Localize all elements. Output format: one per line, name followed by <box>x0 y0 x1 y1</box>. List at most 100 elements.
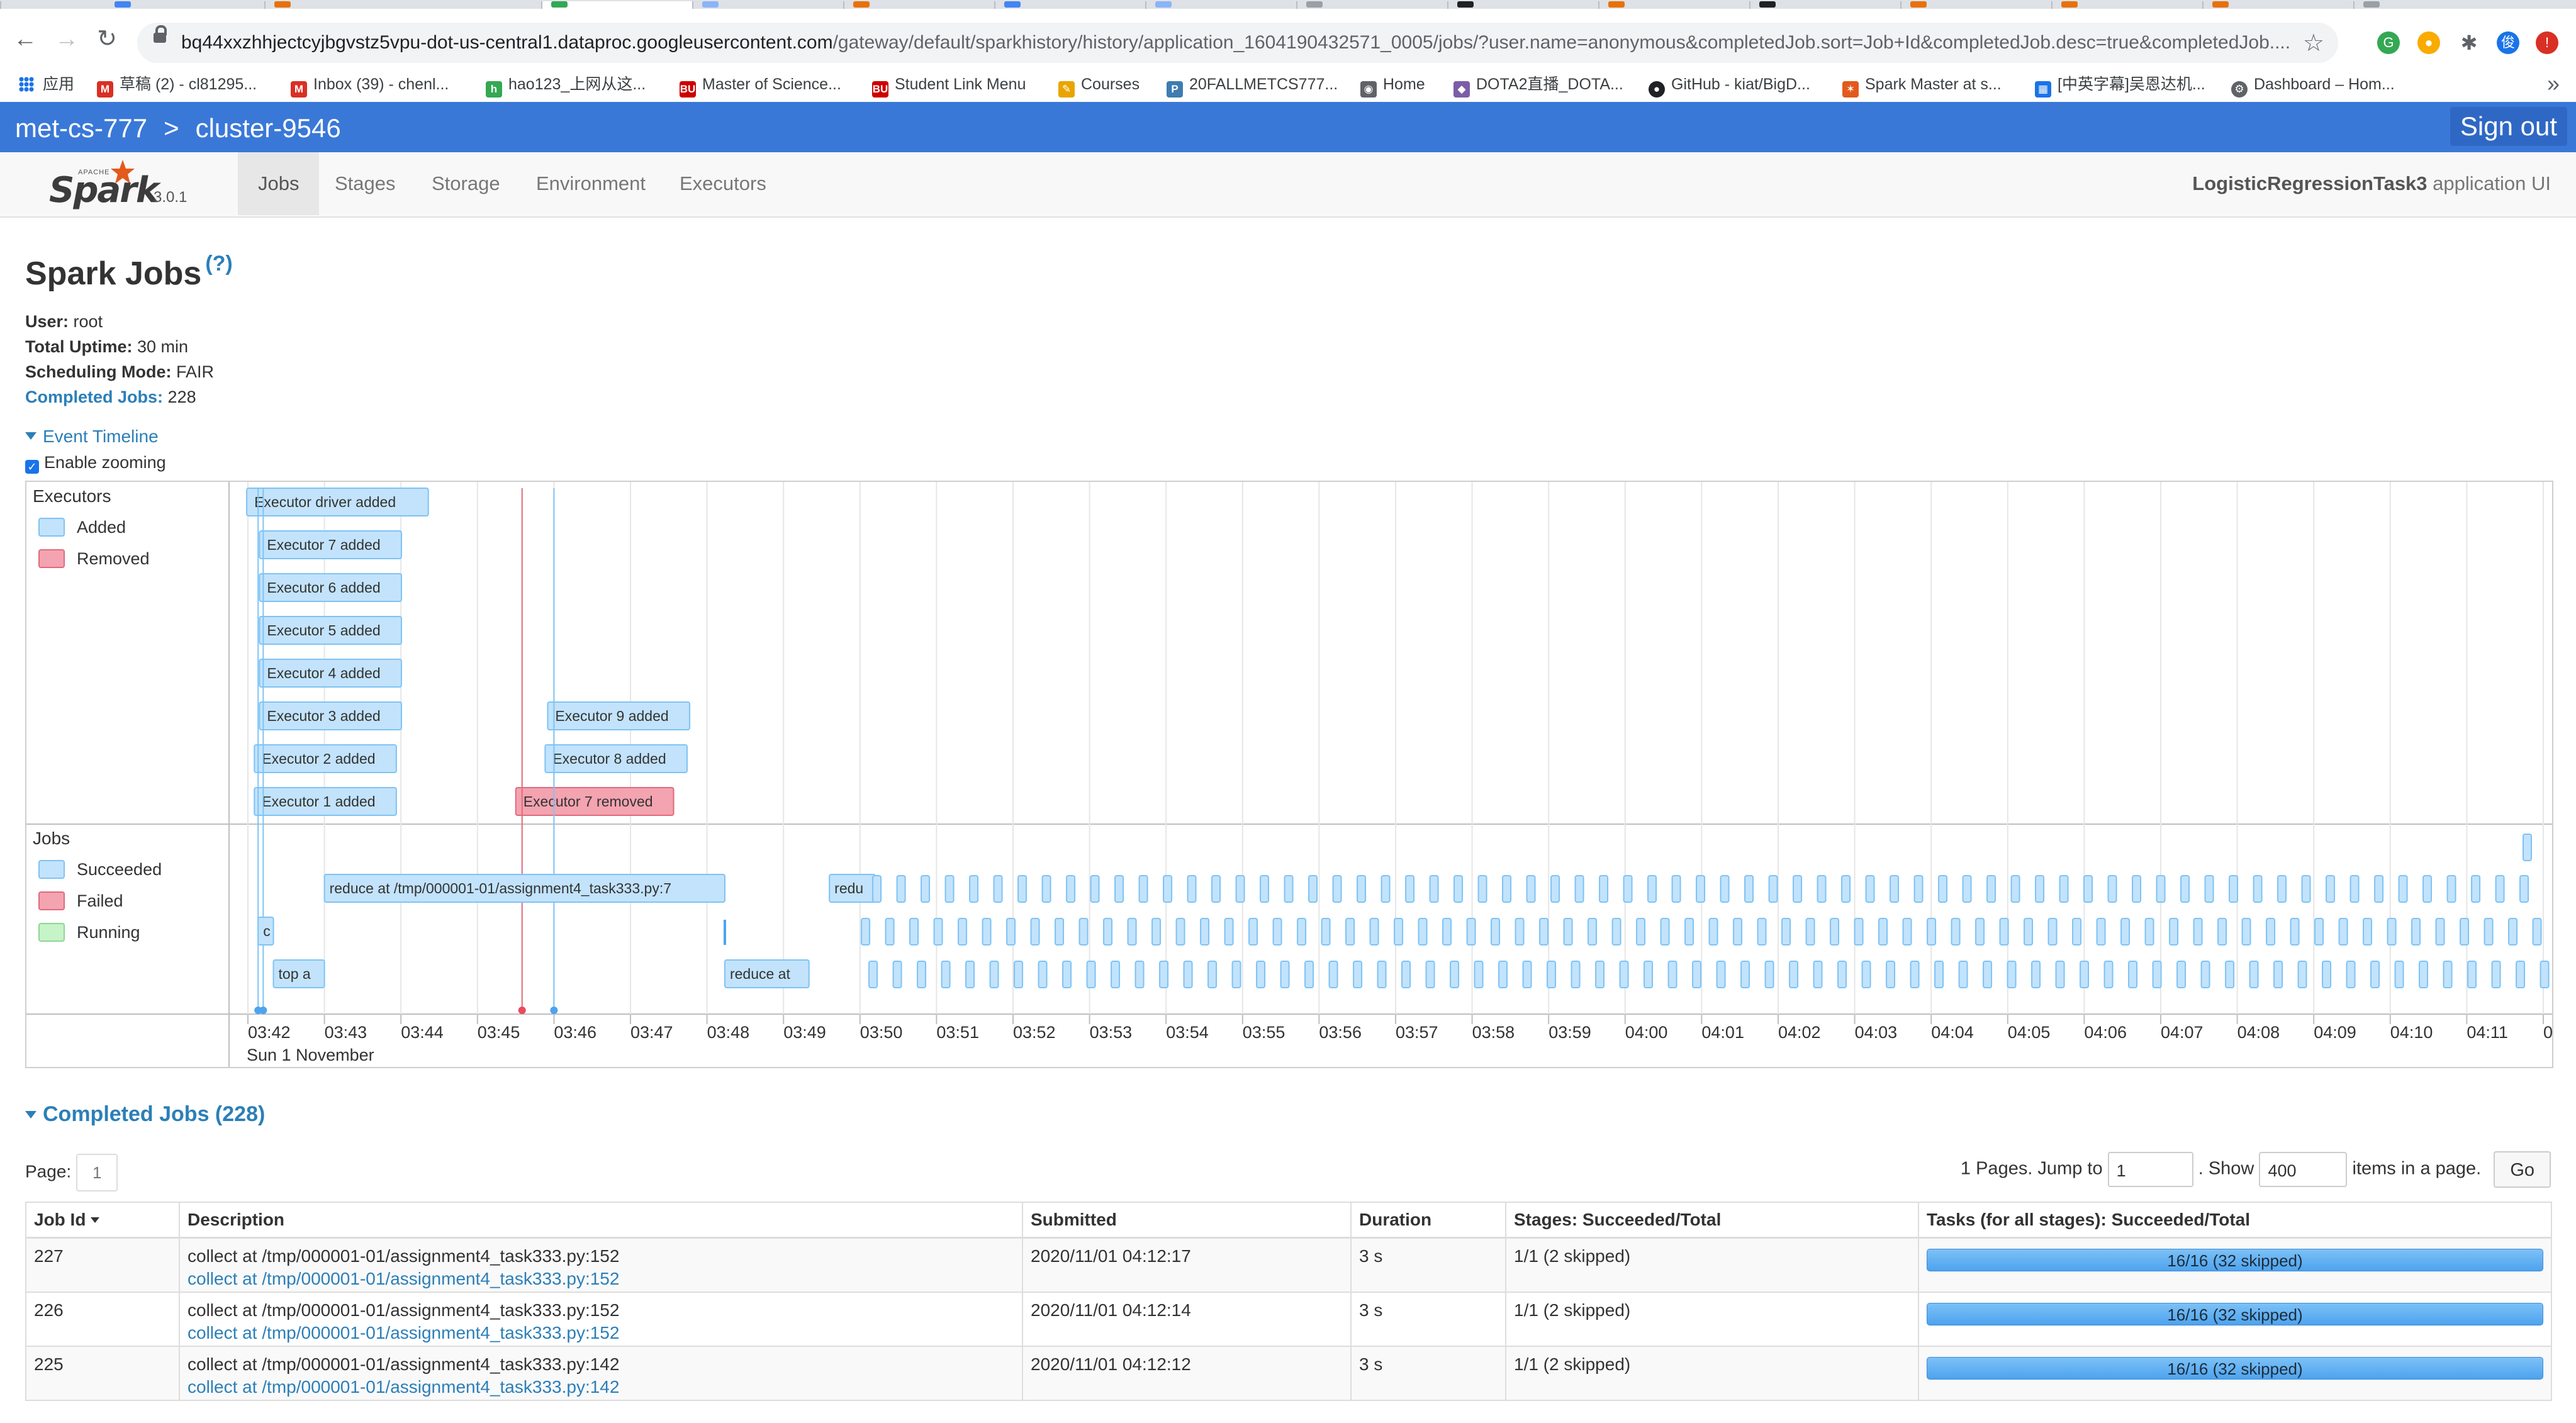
job-bar-small[interactable] <box>1127 918 1137 946</box>
job-bar-small[interactable] <box>2055 961 2065 988</box>
job-bar-small[interactable] <box>1418 918 1428 946</box>
col-job-id[interactable]: Job Id <box>25 1202 180 1239</box>
job-bar-small[interactable] <box>1878 918 1888 946</box>
browser-tab[interactable] <box>692 1 844 9</box>
browser-tab[interactable] <box>1900 1 2052 9</box>
reload-icon[interactable]: ↻ <box>94 26 120 52</box>
job-bar-small[interactable] <box>2374 875 2384 903</box>
job-bar-small[interactable] <box>1684 918 1694 946</box>
job-bar-small[interactable] <box>1224 918 1234 946</box>
job-bar-small[interactable] <box>1353 961 1363 988</box>
bookmark-item[interactable]: ✶ Spark Master at s... <box>1842 73 2002 98</box>
job-bar-small[interactable] <box>1357 875 1367 903</box>
job-bar-small[interactable] <box>2491 961 2501 988</box>
job-bar-small[interactable] <box>1837 961 1847 988</box>
job-bar-small[interactable] <box>1886 961 1896 988</box>
job-bar-small[interactable] <box>909 918 919 946</box>
job-bar-small[interactable] <box>1502 875 1512 903</box>
job-bar-small[interactable] <box>1090 875 1100 903</box>
puzzle-extensions-icon[interactable]: ✱ <box>2458 31 2480 54</box>
back-icon[interactable]: ← <box>13 26 38 52</box>
url-text[interactable]: bq44xxzhhjectcyjbgvstz5vpu-dot-us-centra… <box>181 31 2308 54</box>
job-bar-small[interactable] <box>1280 961 1290 988</box>
job-bar-small[interactable] <box>1667 961 1677 988</box>
job-bar-small[interactable] <box>2419 961 2429 988</box>
job-bar-small[interactable] <box>1789 961 1799 988</box>
job-bar-small[interactable] <box>1817 875 1827 903</box>
job-description-link[interactable]: collect at /tmp/000001-01/assignment4_ta… <box>188 1377 1014 1397</box>
job-bar-small[interactable] <box>1986 875 1996 903</box>
job-bar-small[interactable] <box>1636 918 1646 946</box>
job-bar-small[interactable] <box>2080 961 2090 988</box>
job-bar-small[interactable] <box>1256 961 1266 988</box>
job-bar-small[interactable] <box>885 918 895 946</box>
job-bar-small[interactable] <box>2516 961 2526 988</box>
job-bar-small[interactable] <box>2322 961 2332 988</box>
job-bar-small[interactable] <box>1014 961 1024 988</box>
job-bar-small[interactable] <box>969 875 979 903</box>
job-bar-small[interactable] <box>2176 961 2187 988</box>
bookmark-star-icon[interactable]: ☆ <box>2303 29 2324 57</box>
job-bar-small[interactable] <box>1647 875 1657 903</box>
job-bar-small[interactable] <box>1708 918 1718 946</box>
job-bar-small[interactable] <box>2132 875 2142 903</box>
job-bar-small[interactable] <box>2523 834 2532 861</box>
job-bar-small[interactable] <box>993 875 1003 903</box>
job-bar-small[interactable] <box>1066 875 1076 903</box>
job-bar-small[interactable] <box>2241 918 2251 946</box>
job-bar-small[interactable] <box>1696 875 1706 903</box>
job-bar-small[interactable] <box>1781 918 1791 946</box>
job-bar-small[interactable] <box>1913 875 1924 903</box>
job-bar-small[interactable] <box>1272 918 1282 946</box>
job-bar-small[interactable] <box>1660 918 1670 946</box>
job-bar-small[interactable] <box>1231 961 1241 988</box>
forward-icon[interactable]: → <box>54 26 79 52</box>
job-bar-small[interactable] <box>921 875 931 903</box>
job-bar-small[interactable] <box>1477 875 1487 903</box>
job-bar-small[interactable] <box>1187 875 1197 903</box>
address-bar[interactable]: bq44xxzhhjectcyjbgvstz5vpu-dot-us-centra… <box>137 23 2338 63</box>
job-bar-small[interactable] <box>1297 918 1307 946</box>
job-bar-small[interactable] <box>2152 961 2162 988</box>
job-bar-small[interactable] <box>1183 961 1193 988</box>
bookmark-item[interactable]: P 20FALLMETCS777... <box>1167 73 1338 98</box>
job-bar-small[interactable] <box>1623 875 1633 903</box>
col-description[interactable]: Description <box>179 1202 1023 1239</box>
job-bar-small[interactable] <box>1764 961 1774 988</box>
job-bar-small[interactable] <box>2387 918 2397 946</box>
job-bar-small[interactable] <box>1304 961 1314 988</box>
completed-jobs-toggle[interactable]: Completed Jobs (228) <box>25 1102 265 1127</box>
job-bar-small[interactable] <box>2200 961 2210 988</box>
job-bar-small[interactable] <box>2435 918 2445 946</box>
job-bar-small[interactable] <box>1211 875 1221 903</box>
job-bar-small[interactable] <box>1716 961 1726 988</box>
tab-storage[interactable]: Storage <box>412 152 520 215</box>
browser-tab[interactable] <box>1145 1 1297 9</box>
job-bar-small[interactable] <box>2035 875 2045 903</box>
job-bar-small[interactable] <box>1006 918 1016 946</box>
job-bar-small[interactable] <box>2277 875 2287 903</box>
job-bar-small[interactable] <box>2083 875 2093 903</box>
breadcrumb-cluster[interactable]: cluster-9546 <box>196 113 341 143</box>
job-bar-small[interactable] <box>2225 961 2235 988</box>
job-bar-small[interactable] <box>1865 875 1875 903</box>
event-marker-dot[interactable] <box>259 1007 267 1014</box>
bookmark-item[interactable]: ✎ Courses <box>1058 73 1140 98</box>
job-bar-small[interactable] <box>1041 875 1051 903</box>
event-marker-dot[interactable] <box>550 1007 558 1014</box>
job-bar-small[interactable] <box>2120 918 2131 946</box>
job-bar-small[interactable] <box>1429 875 1439 903</box>
job-bar-small[interactable] <box>1321 918 1331 946</box>
job-bar-small[interactable] <box>1284 875 1294 903</box>
bookmark-item[interactable]: ● GitHub - kiat/BigD... <box>1649 73 1810 98</box>
job-bar-small[interactable] <box>1260 875 1270 903</box>
browser-tab[interactable] <box>1749 1 1901 9</box>
profile-avatar[interactable]: 俊 <box>2497 31 2519 54</box>
job-bar-small[interactable] <box>1744 875 1754 903</box>
lock-icon[interactable] <box>154 25 167 43</box>
job-bar-small[interactable] <box>1078 918 1089 946</box>
job-bar-small[interactable] <box>2253 875 2263 903</box>
job-bar-small[interactable] <box>1644 961 1654 988</box>
tab-stages[interactable]: Stages <box>315 152 416 215</box>
job-bar-small[interactable] <box>2508 918 2518 946</box>
